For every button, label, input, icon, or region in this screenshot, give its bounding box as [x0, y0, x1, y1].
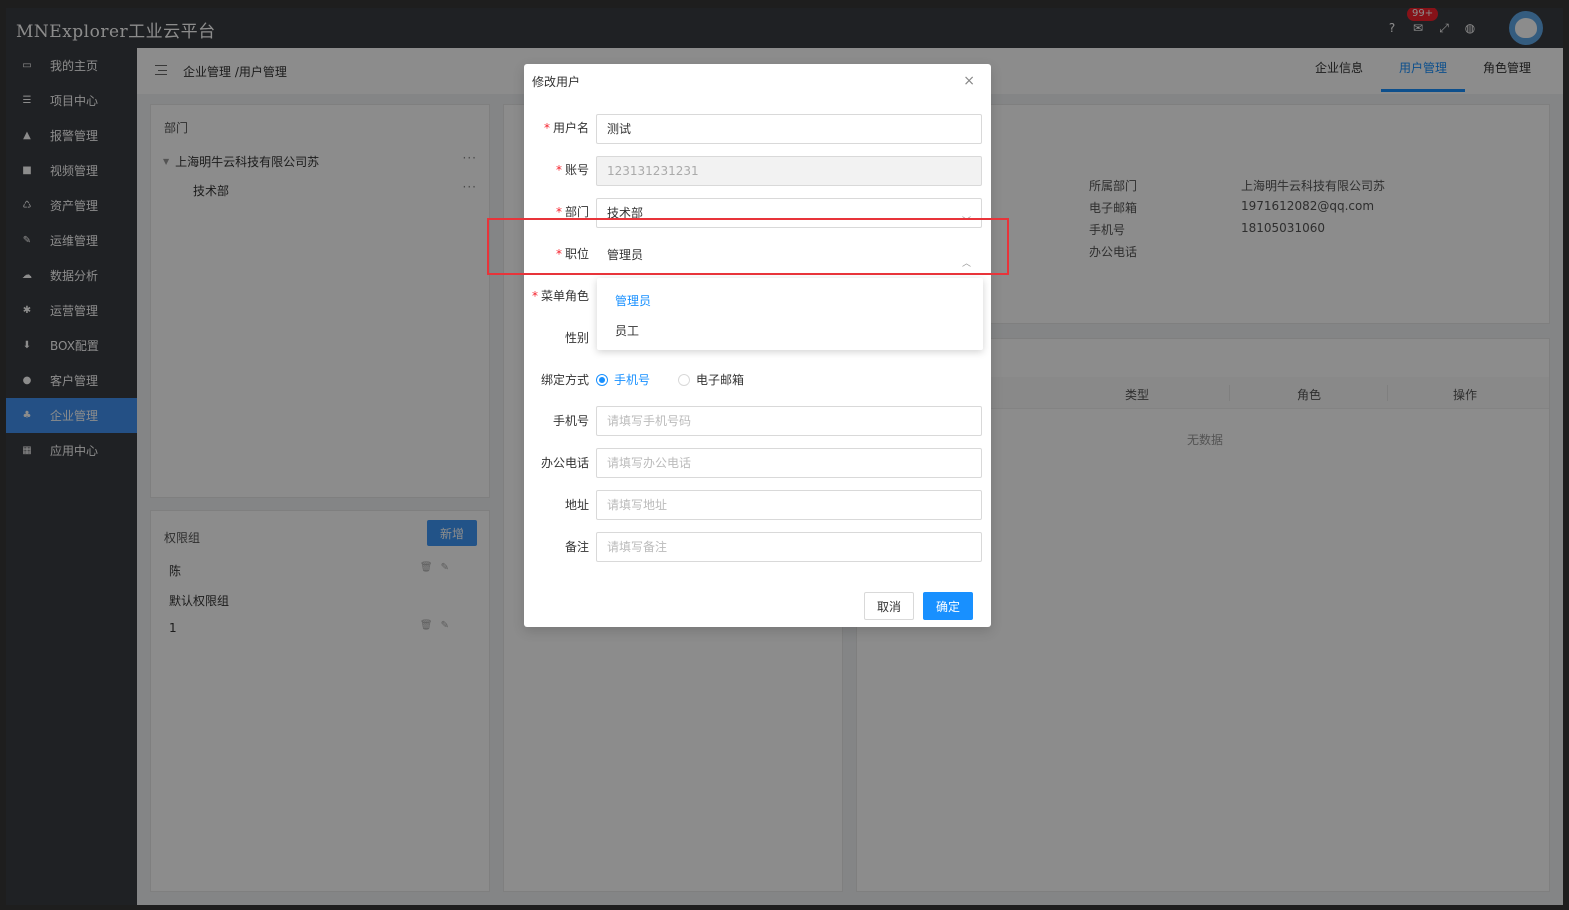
bind-method-radio-group: 手机号 电子邮箱	[596, 371, 744, 388]
app-window: MNExplorer工业云平台 ? ✉ 99+ ⤢ ◍ ▭ 我的主页 ☰ 项目中心 …	[6, 8, 1563, 905]
username-label: * 用户名	[543, 121, 589, 135]
cancel-button[interactable]: 取消	[864, 592, 914, 620]
close-icon[interactable]: ×	[963, 73, 975, 89]
modal-title: 修改用户	[532, 75, 581, 89]
account-input: 123131231231	[596, 156, 982, 186]
office-phone-input[interactable]: 请填写办公电话	[596, 448, 982, 478]
edit-user-modal: 修改用户 × * 用户名 测试 * 账号 123131231231 * 部门 技术部 …	[524, 64, 991, 627]
address-input[interactable]: 请填写地址	[596, 490, 982, 520]
username-input[interactable]: 测试	[596, 114, 982, 144]
radio-email[interactable]: 电子邮箱	[678, 371, 744, 388]
dropdown-option[interactable]: 管理员	[615, 292, 651, 309]
highlight-box	[487, 218, 1009, 275]
position-dropdown: 管理员 员工	[597, 278, 983, 350]
confirm-button[interactable]: 确定	[923, 592, 973, 620]
radio-phone[interactable]: 手机号	[596, 371, 650, 388]
bind-method-label: 绑定方式	[540, 373, 589, 387]
radio-label: 手机号	[614, 373, 651, 387]
phone-input[interactable]: 请填写手机号码	[596, 406, 982, 436]
office-phone-label: 办公电话	[540, 456, 589, 470]
remark-label: 备注	[564, 540, 589, 554]
radio-unchecked-icon	[678, 373, 691, 386]
radio-checked-icon	[596, 373, 608, 386]
menu-role-label: * 菜单角色	[531, 289, 589, 303]
gender-label: 性别	[564, 331, 589, 345]
address-label: 地址	[564, 498, 589, 512]
radio-label: 电子邮箱	[696, 373, 745, 387]
phone-label: 手机号	[552, 414, 589, 428]
account-label: * 账号	[555, 163, 589, 177]
remark-input[interactable]: 请填写备注	[596, 532, 982, 562]
dropdown-option[interactable]: 员工	[615, 322, 639, 339]
